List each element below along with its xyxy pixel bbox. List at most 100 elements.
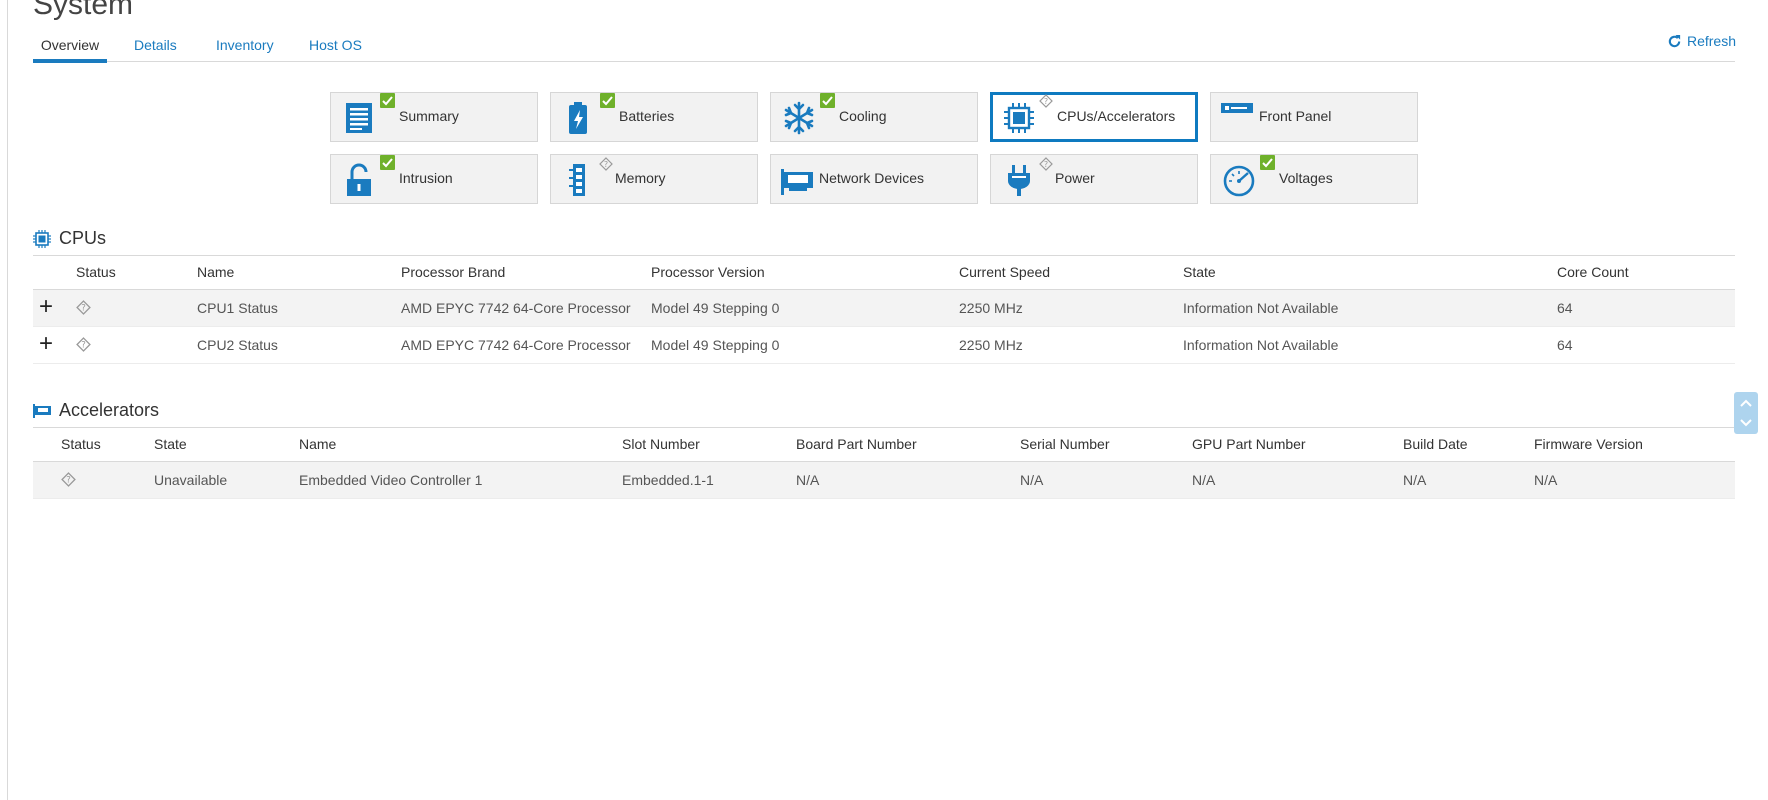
column-header[interactable]: Current Speed	[959, 264, 1050, 280]
tile-label: Intrusion	[399, 170, 453, 186]
svg-text:?: ?	[604, 160, 608, 169]
tile-memory[interactable]: ? Memory	[550, 154, 758, 204]
column-header[interactable]: State	[154, 436, 187, 452]
front-panel-icon	[1221, 103, 1253, 113]
check-icon	[382, 96, 393, 106]
current-speed: 2250 MHz	[959, 337, 1023, 353]
column-header[interactable]: Board Part Number	[796, 436, 917, 452]
tile-cpus-accelerators[interactable]: ? CPUs/Accelerators	[990, 92, 1198, 142]
table-row[interactable]: + ? CPU1 Status AMD EPYC 7742 64-Core Pr…	[33, 290, 1735, 327]
build-date: N/A	[1403, 472, 1427, 488]
refresh-icon	[1668, 34, 1681, 47]
tile-label: Batteries	[619, 108, 675, 124]
tile-network-devices[interactable]: Network Devices	[770, 154, 978, 204]
chevron-up-icon[interactable]	[1740, 398, 1752, 408]
status-unknown-icon: ?	[61, 472, 76, 487]
column-header[interactable]: Firmware Version	[1534, 436, 1643, 452]
svg-text:?: ?	[1044, 97, 1048, 106]
processor-version: Model 49 Stepping 0	[651, 337, 780, 353]
cpus-section-title: CPUs	[33, 228, 106, 249]
chevron-down-icon[interactable]	[1740, 418, 1752, 428]
column-header[interactable]: Status	[76, 264, 116, 280]
cpu-state: Information Not Available	[1183, 337, 1339, 353]
table-header: Status State Name Slot Number Board Part…	[33, 427, 1735, 462]
core-count: 64	[1557, 300, 1573, 316]
refresh-label: Refresh	[1686, 33, 1736, 49]
tab-bar: Overview Details Inventory Host OS	[33, 34, 1735, 63]
cpus-table: Status Name Processor Brand Processor Ve…	[33, 255, 1735, 364]
check-icon	[822, 96, 833, 106]
column-header[interactable]: Build Date	[1403, 436, 1468, 452]
check-icon	[602, 96, 613, 106]
column-header[interactable]: State	[1183, 264, 1216, 280]
list-icon	[346, 103, 372, 133]
tile-label: Network Devices	[819, 170, 925, 186]
tab-inventory[interactable]: Inventory	[216, 37, 274, 59]
processor-brand: AMD EPYC 7742 64-Core Processor	[401, 300, 631, 316]
svg-text:?: ?	[81, 304, 86, 314]
tile-cooling[interactable]: Cooling	[770, 92, 978, 142]
column-header[interactable]: Processor Brand	[401, 264, 505, 280]
tile-label: Voltages	[1279, 170, 1333, 186]
slot-number: Embedded.1-1	[622, 472, 714, 488]
cpu-state: Information Not Available	[1183, 300, 1339, 316]
column-header[interactable]: Name	[197, 264, 234, 280]
battery-icon	[569, 102, 587, 134]
processor-brand: AMD EPYC 7742 64-Core Processor	[401, 337, 631, 353]
left-frame-border	[7, 0, 8, 800]
serial-number: N/A	[1020, 472, 1044, 488]
table-row[interactable]: + ? CPU2 Status AMD EPYC 7742 64-Core Pr…	[33, 327, 1735, 364]
status-unknown-icon: ?	[76, 300, 91, 315]
column-header[interactable]: Core Count	[1557, 264, 1629, 280]
cpu-chip-icon	[33, 229, 51, 248]
tile-summary[interactable]: Summary	[330, 92, 538, 142]
core-count: 64	[1557, 337, 1573, 353]
tile-label: Memory	[615, 170, 666, 186]
svg-text:?: ?	[66, 476, 71, 486]
table-header: Status Name Processor Brand Processor Ve…	[33, 255, 1735, 290]
expand-icon[interactable]: +	[39, 330, 53, 358]
status-ok-badge	[820, 93, 835, 108]
expand-icon[interactable]: +	[39, 293, 53, 321]
cpu-name: CPU2 Status	[197, 337, 278, 353]
column-header[interactable]: GPU Part Number	[1192, 436, 1306, 452]
scroll-widget[interactable]	[1734, 392, 1758, 434]
column-header[interactable]: Serial Number	[1020, 436, 1109, 452]
column-header[interactable]: Status	[61, 436, 101, 452]
section-title-text: Accelerators	[59, 400, 160, 420]
tile-front-panel[interactable]: Front Panel	[1210, 92, 1418, 142]
table-row[interactable]: ? Unavailable Embedded Video Controller …	[33, 462, 1735, 499]
current-speed: 2250 MHz	[959, 300, 1023, 316]
column-header[interactable]: Processor Version	[651, 264, 765, 280]
refresh-button[interactable]: Refresh	[1667, 33, 1736, 49]
tile-intrusion[interactable]: Intrusion	[330, 154, 538, 204]
network-card-icon	[781, 169, 813, 195]
status-ok-badge	[1260, 155, 1275, 170]
section-title-text: CPUs	[59, 228, 107, 248]
accelerators-table: Status State Name Slot Number Board Part…	[33, 427, 1735, 499]
firmware-version: N/A	[1534, 472, 1558, 488]
status-ok-badge	[380, 155, 395, 170]
processor-version: Model 49 Stepping 0	[651, 300, 780, 316]
snowflake-icon	[784, 101, 814, 135]
tile-power[interactable]: ? Power	[990, 154, 1198, 204]
tile-voltages[interactable]: Voltages	[1210, 154, 1418, 204]
status-unknown-icon: ?	[76, 337, 91, 352]
accelerator-state: Unavailable	[154, 472, 228, 488]
svg-text:?: ?	[81, 341, 86, 351]
column-header[interactable]: Name	[299, 436, 336, 452]
power-plug-icon	[1008, 165, 1030, 196]
tab-details[interactable]: Details	[134, 37, 177, 59]
tab-host-os[interactable]: Host OS	[309, 37, 362, 59]
tile-batteries[interactable]: Batteries	[550, 92, 758, 142]
column-header[interactable]: Slot Number	[622, 436, 700, 452]
board-part-number: N/A	[796, 472, 820, 488]
cpu-chip-icon	[1004, 103, 1034, 133]
status-unknown-icon: ?	[599, 157, 613, 171]
gpu-part-number: N/A	[1192, 472, 1216, 488]
accelerator-name: Embedded Video Controller 1	[299, 472, 483, 488]
page-title: System	[33, 0, 134, 21]
tab-overview[interactable]: Overview	[33, 37, 107, 63]
tile-label: Summary	[399, 108, 459, 124]
tile-label: Cooling	[839, 108, 887, 124]
